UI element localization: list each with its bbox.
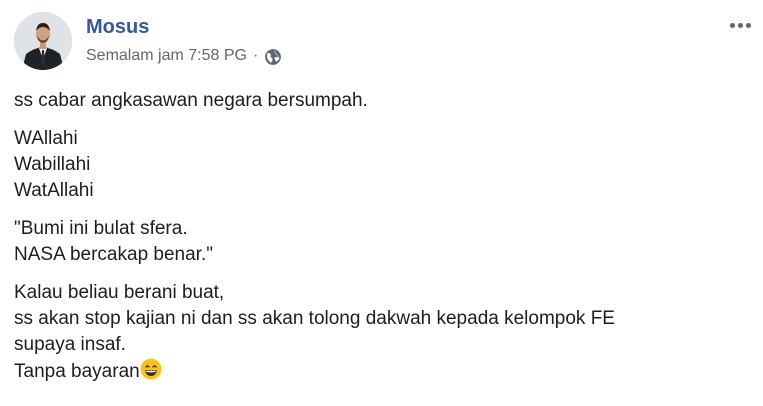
text-line: ss cabar angkasawan negara bersumpah. — [14, 90, 368, 111]
globe-icon[interactable] — [264, 48, 282, 66]
text-line: supaya insaf. — [14, 334, 126, 355]
facebook-post: Mosus Semalam jam 7:58 PG · ss cabar ang… — [0, 0, 763, 406]
text-line: "Bumi ini bulat sfera. — [14, 218, 188, 239]
post-text: ss cabar angkasawan negara bersumpah. WA… — [14, 88, 749, 397]
text-line: Kalau beliau berani buat, — [14, 282, 225, 303]
meta-separator: · — [252, 47, 259, 64]
paragraph: "Bumi ini bulat sfera. NASA bercakap ben… — [14, 216, 749, 268]
paragraph: ss cabar angkasawan negara bersumpah. — [14, 88, 749, 114]
profile-photo — [14, 12, 72, 70]
more-options-button[interactable] — [725, 14, 755, 36]
text-line: ss akan stop kajian ni dan ss akan tolon… — [14, 308, 615, 329]
paragraph: Kalau beliau berani buat, ss akan stop k… — [14, 280, 749, 385]
author-name[interactable]: Mosus — [86, 15, 149, 39]
text-line: Tanpa bayaran — [14, 361, 140, 382]
text-line: Wabillahi — [14, 154, 91, 175]
grinning-face-emoji — [140, 358, 162, 380]
more-options-icon — [729, 22, 735, 28]
paragraph: WAllahi Wabillahi WatAllahi — [14, 126, 749, 204]
text-line: NASA bercakap benar." — [14, 244, 213, 265]
text-line: WatAllahi — [14, 180, 94, 201]
post-meta: Semalam jam 7:58 PG · — [86, 46, 282, 66]
avatar[interactable] — [14, 12, 72, 70]
text-line: WAllahi — [14, 128, 78, 149]
timestamp[interactable]: Semalam jam 7:58 PG — [86, 46, 247, 66]
